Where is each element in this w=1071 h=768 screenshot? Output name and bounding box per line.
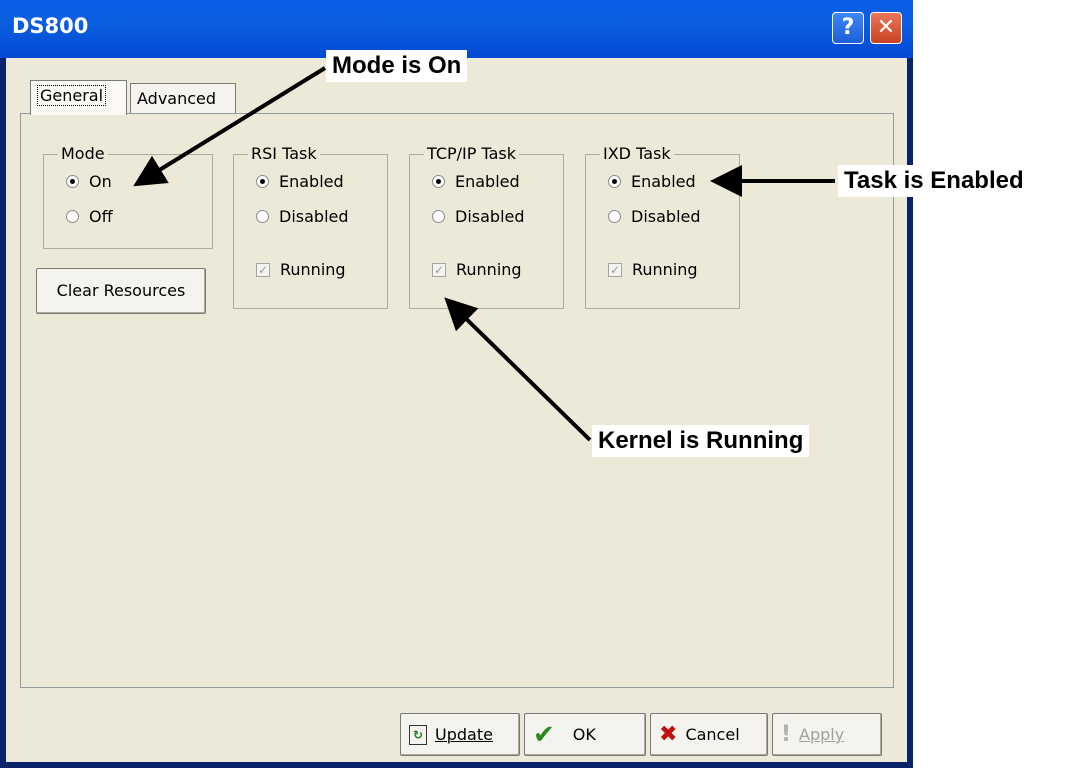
tab-general-label: General: [37, 85, 107, 106]
annotation-kernel-is-running: Kernel is Running: [592, 425, 810, 457]
annotation-arrows: [133, 66, 835, 442]
arrow-mode-on: [133, 66, 327, 187]
tab-general[interactable]: General: [30, 80, 127, 115]
annotation-mode-is-on: Mode is On: [326, 50, 468, 82]
annotation-task-is-enabled: Task is Enabled: [838, 165, 1030, 197]
arrow-kernel-running: [444, 297, 592, 442]
